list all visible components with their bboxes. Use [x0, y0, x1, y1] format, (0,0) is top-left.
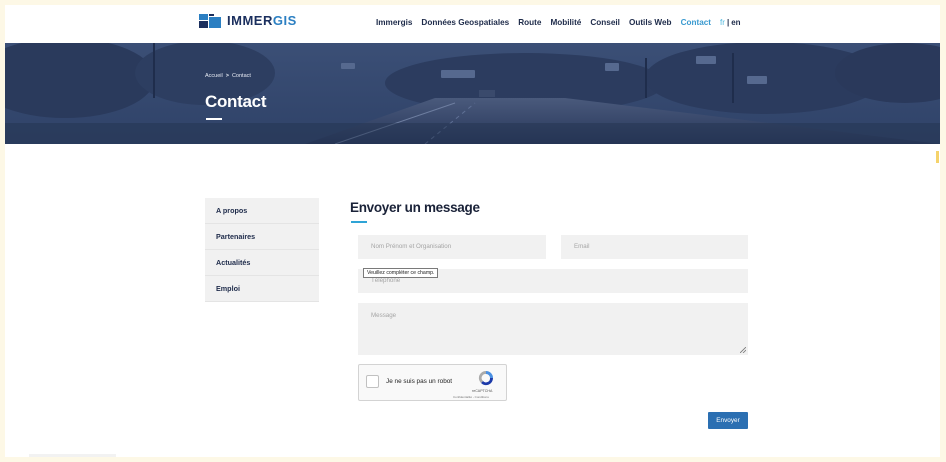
brand-logo[interactable]: IMMERGIS	[199, 13, 297, 28]
nav-item-contact[interactable]: Contact	[681, 18, 711, 27]
lang-separator: |	[726, 18, 730, 27]
breadcrumb-home[interactable]: Accueil	[205, 73, 223, 79]
hero-banner: Accueil > Contact Contact	[5, 43, 940, 144]
lang-en-link[interactable]: en	[731, 18, 740, 27]
nav-item-route[interactable]: Route	[518, 18, 541, 27]
email-field[interactable]: Email	[561, 235, 748, 259]
resize-handle-icon[interactable]	[740, 347, 746, 353]
form-title-underline	[351, 221, 367, 223]
recaptcha-brand: reCAPTCHA	[472, 389, 493, 393]
sidebar-menu: A propos Partenaires Actualités Emploi	[205, 198, 319, 302]
footer-fragment	[29, 454, 116, 457]
sidebar-item-a-propos[interactable]: A propos	[205, 198, 319, 224]
form-title: Envoyer un message	[350, 200, 480, 215]
validation-tooltip: Veuillez compléter ce champ.	[363, 268, 439, 278]
message-field[interactable]: Message	[358, 303, 748, 355]
name-field[interactable]: Nom Prénom et Organisation	[358, 235, 546, 259]
sidebar-item-emploi[interactable]: Emploi	[205, 276, 319, 302]
recaptcha-terms-link[interactable]: Confidentialité - Conditions	[453, 395, 489, 399]
submit-button[interactable]: Envoyer	[708, 412, 748, 429]
scroll-indicator	[936, 151, 939, 163]
title-underline	[206, 118, 222, 120]
page: IMMERGIS Immergis Données Geospatiales R…	[5, 5, 940, 457]
sidebar-item-partenaires[interactable]: Partenaires	[205, 224, 319, 250]
nav-item-conseil[interactable]: Conseil	[590, 18, 620, 27]
message-placeholder: Message	[371, 312, 397, 319]
hero-background-image	[5, 43, 940, 144]
nav-item-donnees-geospatiales[interactable]: Données Geospatiales	[421, 18, 509, 27]
sidebar-item-actualites[interactable]: Actualités	[205, 250, 319, 276]
breadcrumb-current: Contact	[231, 73, 251, 79]
breadcrumb-separator: >	[225, 73, 229, 79]
main-nav: Immergis Données Geospatiales Route Mobi…	[376, 18, 741, 27]
lang-fr-link[interactable]: fr	[720, 18, 725, 27]
recaptcha-checkbox[interactable]	[366, 375, 379, 388]
logo-icon	[199, 13, 221, 28]
recaptcha-logo-icon	[478, 370, 494, 386]
nav-item-outils-web[interactable]: Outils Web	[629, 18, 672, 27]
page-title: Contact	[205, 92, 267, 111]
nav-item-mobilite[interactable]: Mobilité	[550, 18, 581, 27]
breadcrumb: Accueil > Contact	[205, 73, 251, 79]
recaptcha-widget: Je ne suis pas un robot reCAPTCHA Confid…	[358, 364, 507, 401]
recaptcha-label: Je ne suis pas un robot	[386, 378, 453, 385]
site-header: IMMERGIS Immergis Données Geospatiales R…	[5, 5, 940, 43]
brand-name: IMMERGIS	[227, 13, 297, 28]
nav-item-immergis[interactable]: Immergis	[376, 18, 412, 27]
